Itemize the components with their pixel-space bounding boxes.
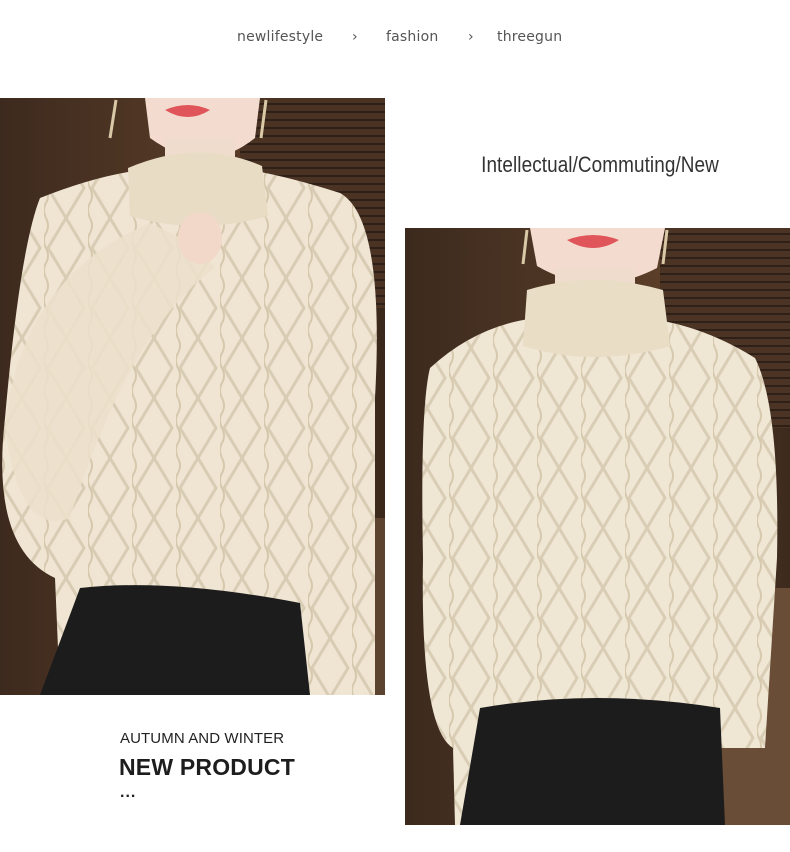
product-photo-right [405, 228, 790, 825]
sweater-model-photo [0, 98, 385, 695]
promo-subtitle: AUTUMN AND WINTER [120, 730, 285, 747]
breadcrumb-separator-icon: › [352, 29, 358, 45]
product-photo-left [0, 98, 385, 695]
headline: Intellectual/Commuting/New [481, 152, 719, 177]
promo-title: NEW PRODUCT [119, 754, 295, 780]
breadcrumb-item-threegun[interactable]: threegun [497, 29, 562, 45]
breadcrumb: newlifestyle › fashion › threegun [0, 29, 790, 51]
sweater-model-photo [405, 228, 790, 825]
breadcrumb-separator-icon: › [468, 29, 474, 45]
breadcrumb-item-newlifestyle[interactable]: newlifestyle [237, 29, 323, 45]
promo-ellipsis: ... [120, 784, 137, 801]
breadcrumb-item-fashion[interactable]: fashion [386, 29, 438, 45]
